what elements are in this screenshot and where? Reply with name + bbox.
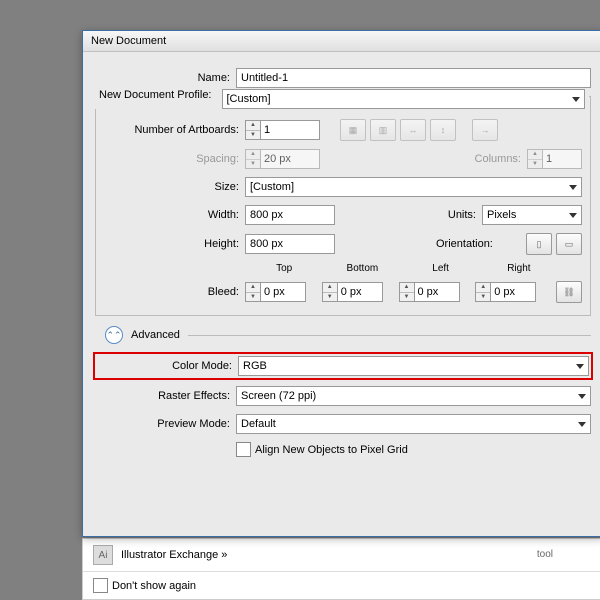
orientation-label: Orientation: [436, 238, 522, 250]
bleed-bottom-header: Bottom [323, 263, 401, 274]
exchange-icon: Ai [93, 545, 113, 565]
exchange-label: Illustrator Exchange » [121, 549, 227, 561]
bleed-top-header: Top [245, 263, 323, 274]
height-label: Height: [104, 238, 245, 250]
chevron-down-icon [576, 364, 584, 369]
units-label: Units: [416, 209, 482, 221]
dont-show-row[interactable]: Don't show again [83, 572, 600, 599]
artboards-label: Number of Artboards: [104, 124, 245, 136]
tool-label: tool [537, 549, 553, 560]
spacing-spinner: ▲▼ [245, 149, 320, 169]
grid-by-col-icon[interactable]: ▥ [370, 119, 396, 141]
direction-icon[interactable]: → [472, 119, 498, 141]
color-mode-select[interactable]: RGB [238, 356, 589, 376]
align-pixel-checkbox[interactable] [236, 442, 251, 457]
chevron-down-icon [569, 185, 577, 190]
raster-label: Raster Effects: [95, 390, 236, 402]
height-input[interactable] [245, 234, 335, 254]
link-bleed-icon[interactable]: ⛓ [556, 281, 582, 303]
artboards-spinner[interactable]: ▲▼ [245, 120, 320, 140]
align-pixel-label: Align New Objects to Pixel Grid [255, 444, 408, 456]
width-input[interactable] [245, 205, 335, 225]
bleed-left-header: Left [402, 263, 480, 274]
name-label: Name: [95, 72, 236, 84]
chevron-down-icon [578, 394, 586, 399]
bleed-left-spinner[interactable]: ▲▼ [399, 282, 476, 302]
bleed-right-spinner[interactable]: ▲▼ [475, 282, 552, 302]
grid-by-row-icon[interactable]: ▦ [340, 119, 366, 141]
name-input[interactable] [236, 68, 591, 88]
portrait-icon[interactable]: ▯ [526, 233, 552, 255]
landscape-icon[interactable]: ▭ [556, 233, 582, 255]
raster-select[interactable]: Screen (72 ppi) [236, 386, 591, 406]
columns-label: Columns: [451, 153, 527, 165]
columns-spinner: ▲▼ [527, 149, 582, 169]
new-document-dialog: New Document Name: New Document Profile:… [82, 30, 600, 537]
chevron-down-icon [572, 97, 580, 102]
spacing-label: Spacing: [104, 153, 245, 165]
exchange-row[interactable]: Ai Illustrator Exchange » tool [83, 539, 600, 572]
advanced-label: Advanced [131, 329, 180, 341]
bleed-label: Bleed: [104, 286, 245, 298]
chevron-down-icon [578, 422, 586, 427]
dialog-title: New Document [83, 31, 600, 52]
profile-label: New Document Profile: [99, 89, 218, 109]
profile-fieldset: New Document Profile: [Custom] Number of… [95, 96, 591, 316]
collapse-icon: ⌃⌃ [105, 326, 123, 344]
size-label: Size: [104, 181, 245, 193]
profile-select[interactable]: [Custom] [222, 89, 586, 109]
size-select[interactable]: [Custom] [245, 177, 582, 197]
arrange-row-icon[interactable]: ↔ [400, 119, 426, 141]
color-mode-label: Color Mode: [97, 360, 238, 372]
bleed-top-spinner[interactable]: ▲▼ [245, 282, 322, 302]
arrange-col-icon[interactable]: ↕ [430, 119, 456, 141]
bleed-bottom-spinner[interactable]: ▲▼ [322, 282, 399, 302]
dont-show-checkbox[interactable] [93, 578, 108, 593]
color-mode-highlight: Color Mode: RGB [93, 352, 593, 380]
width-label: Width: [104, 209, 245, 221]
preview-label: Preview Mode: [95, 418, 236, 430]
chevron-down-icon [569, 213, 577, 218]
units-select[interactable]: Pixels [482, 205, 582, 225]
bleed-right-header: Right [480, 263, 558, 274]
advanced-toggle[interactable]: ⌃⌃ Advanced [105, 326, 591, 344]
preview-select[interactable]: Default [236, 414, 591, 434]
dont-show-label: Don't show again [112, 580, 196, 592]
welcome-panel: Ai Illustrator Exchange » tool Don't sho… [82, 538, 600, 600]
